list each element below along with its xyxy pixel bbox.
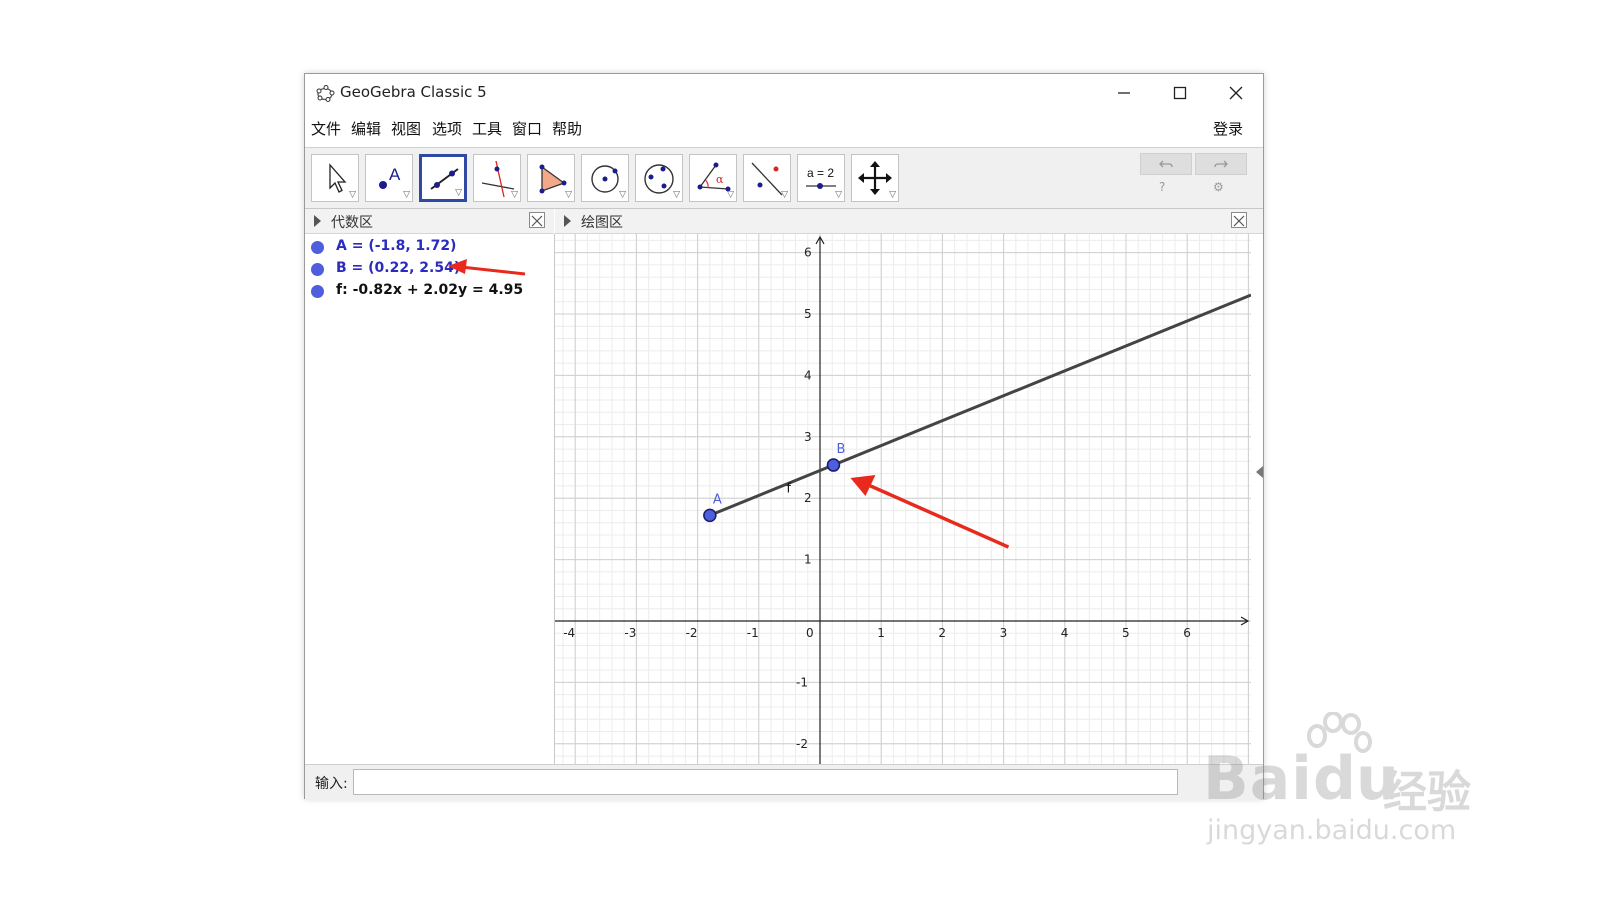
tool-move[interactable]: ▽ [311,154,359,202]
close-button[interactable] [1213,78,1259,108]
input-field[interactable] [353,769,1178,795]
x-tick-label: 6 [1183,626,1191,640]
help-icon[interactable]: ? [1159,180,1165,194]
graphics-close-button[interactable] [1231,212,1247,228]
toolbar: ▽ A ▽ ▽ ▽ ▽ ▽ ▽ α ▽ ▽ a = 2 ▽ ▽ ? ⚙ [305,147,1263,209]
y-tick-label: 6 [804,246,812,260]
algebra-title: 代数区 [331,215,373,231]
tool-perpendicular[interactable]: ▽ [473,154,521,202]
maximize-icon [1173,86,1187,100]
point-A-label: A [713,492,722,507]
tool-move-graphics[interactable]: ▽ [851,154,899,202]
tool-circle[interactable]: ▽ [581,154,629,202]
close-icon [1233,215,1245,227]
x-tick-label: -1 [747,626,759,640]
coordinate-plane[interactable]: -4 -3 -2 -1 0 1 2 3 4 5 6 -2 -1 1 2 3 4 5 6 f A B [555,234,1251,764]
login-link[interactable]: 登录 [1213,118,1243,139]
tool-line[interactable]: ▽ [419,154,467,202]
minimize-icon [1118,92,1130,94]
visibility-dot-icon[interactable] [311,241,324,254]
menu-help[interactable]: 帮助 [552,118,582,139]
y-tick-label: -2 [796,737,808,751]
menu-window[interactable]: 窗口 [512,118,542,139]
line-f[interactable] [709,293,1251,517]
geogebra-logo-icon [316,85,335,102]
minimize-button[interactable] [1101,78,1147,108]
algebra-item-text: f: -0.82x + 2.02y = 4.95 [336,282,524,298]
svg-text:A: A [389,165,401,184]
algebra-item-text: B = (0.22, 2.54) [336,260,461,276]
algebra-view: A = (-1.8, 1.72) B = (0.22, 2.54) f: -0.… [305,234,555,764]
red-arrow-annotation [448,259,526,276]
menu-view[interactable]: 视图 [391,118,421,139]
maximize-button[interactable] [1157,78,1203,108]
menu-bar: 文件 编辑 视图 选项 工具 窗口 帮助 登录 [305,114,1263,142]
tool-reflect[interactable]: ▽ [743,154,791,202]
y-tick-label: 4 [804,368,812,382]
graphics-view[interactable]: -4 -3 -2 -1 0 1 2 3 4 5 6 -2 -1 1 2 3 4 5 6 f A B [555,234,1251,764]
undo-icon [1159,160,1173,168]
x-tick-label: 0 [806,626,814,640]
watermark-brand: Bai [1203,744,1313,814]
graphics-header: 绘图区 [555,209,1263,234]
input-label: 输入: [315,776,348,792]
angle-alpha-label: α [716,173,724,186]
input-bar: 输入: [305,764,1263,800]
menu-tools[interactable]: 工具 [472,118,502,139]
collapse-arrow-icon[interactable] [314,215,321,227]
window-title: GeoGebra Classic 5 [340,83,487,101]
redo-icon [1214,160,1228,168]
x-tick-label: -2 [686,626,698,640]
red-arrow-annotation [867,483,1010,549]
visibility-dot-icon[interactable] [311,263,324,276]
menu-edit[interactable]: 编辑 [351,118,381,139]
line-label-f: f [786,482,791,497]
graphics-title: 绘图区 [581,215,623,231]
menu-options[interactable]: 选项 [432,118,462,139]
title-bar: GeoGebra Classic 5 [305,74,1263,112]
side-panel-toggle-icon[interactable] [1256,466,1263,478]
tool-point[interactable]: A ▽ [365,154,413,202]
close-icon [1229,86,1243,100]
redo-button[interactable] [1195,153,1247,175]
point-B-label: B [836,442,845,457]
algebra-header: 代数区 [305,209,554,234]
x-tick-label: -4 [563,626,575,640]
x-tick-label: 2 [938,626,946,640]
x-tick-label: 1 [877,626,885,640]
x-tick-label: -3 [624,626,636,640]
tool-conic[interactable]: ▽ [635,154,683,202]
point-A[interactable] [703,508,717,523]
y-tick-label: -1 [796,675,808,689]
y-tick-label: 2 [804,491,812,505]
collapse-arrow-icon[interactable] [564,215,571,227]
undo-button[interactable] [1140,153,1192,175]
watermark-url: jingyan.baidu.com [1207,815,1457,846]
geogebra-window: GeoGebra Classic 5 文件 编辑 视图 选项 工具 窗口 帮助 … [304,73,1264,800]
gear-icon[interactable]: ⚙ [1213,180,1224,194]
point-B[interactable] [826,458,841,472]
x-tick-label: 5 [1122,626,1130,640]
close-icon [531,215,543,227]
y-tick-label: 3 [804,430,812,444]
watermark-brand-cn: 经验 [1383,767,1471,818]
tool-polygon[interactable]: ▽ [527,154,575,202]
algebra-item-text: A = (-1.8, 1.72) [336,238,457,254]
y-tick-label: 1 [804,553,812,567]
menu-file[interactable]: 文件 [311,118,341,139]
slider-icon-label: a = 2 [807,166,834,180]
baidu-jingyan-watermark: Bai du 经验 jingyan.baidu.com [1195,700,1505,860]
tool-angle[interactable]: α ▽ [689,154,737,202]
tool-slider[interactable]: a = 2 ▽ [797,154,845,202]
visibility-dot-icon[interactable] [311,285,324,298]
algebra-close-button[interactable] [529,212,545,228]
x-tick-label: 3 [1000,626,1008,640]
y-tick-label: 5 [804,307,812,321]
x-tick-label: 4 [1061,626,1069,640]
